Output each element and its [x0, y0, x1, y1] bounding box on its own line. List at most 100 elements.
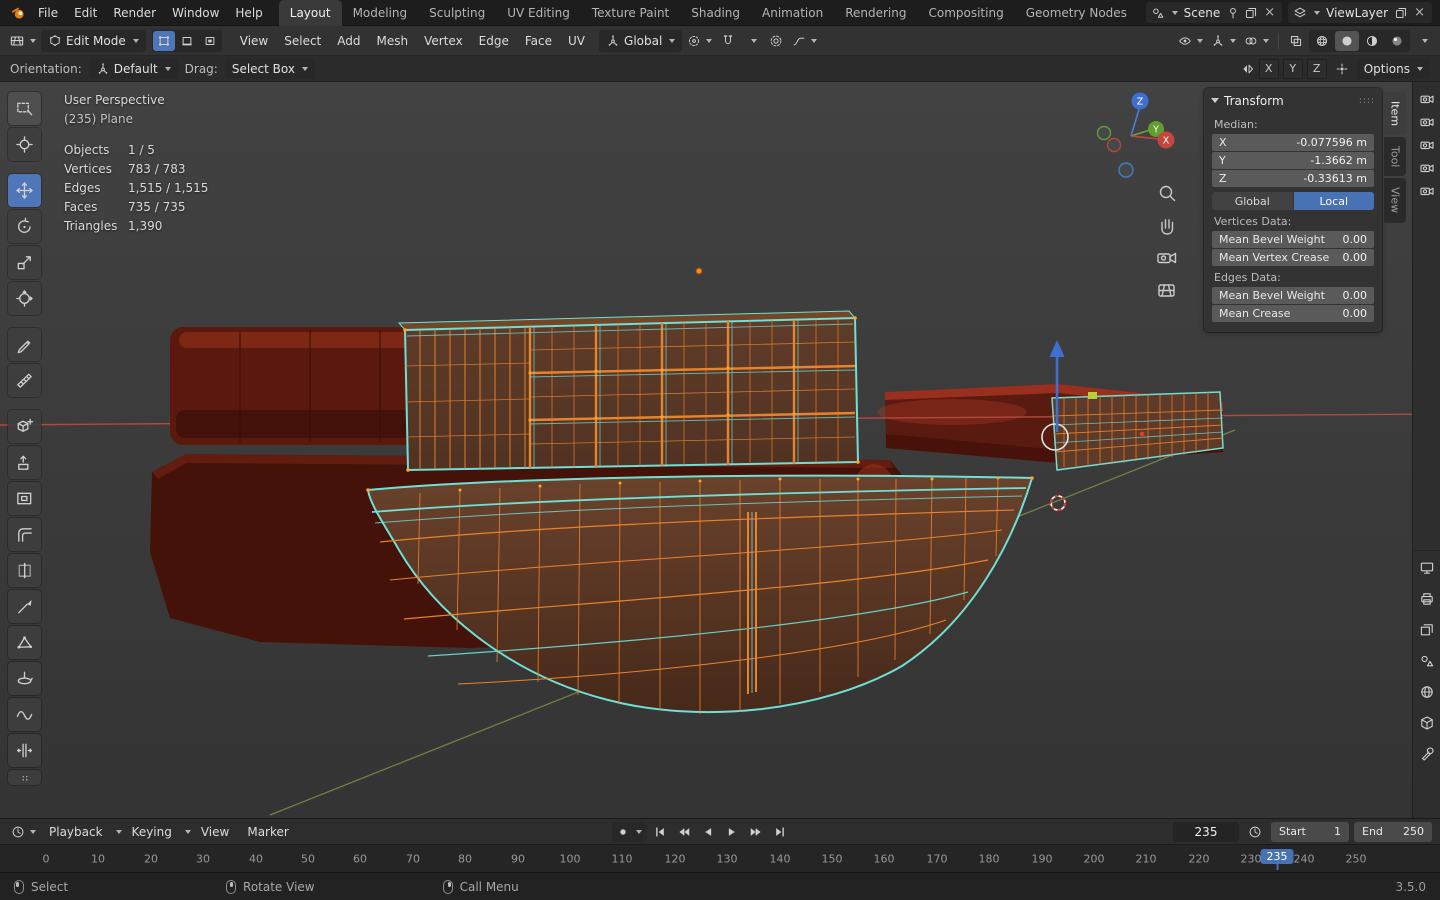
proportional-falloff-button[interactable]: [789, 30, 820, 52]
tool-measure[interactable]: [8, 364, 41, 397]
tool-cursor[interactable]: [8, 128, 41, 161]
next-keyframe-button[interactable]: [745, 821, 767, 843]
mode-dropdown[interactable]: Edit Mode: [41, 30, 146, 52]
tool-scale[interactable]: [8, 246, 41, 279]
transform-panel-header[interactable]: Transform ::::: [1204, 88, 1382, 113]
timeline-editor-type-button[interactable]: [8, 821, 39, 843]
workspace-tab-compositing[interactable]: Compositing: [917, 0, 1014, 26]
playhead-current-frame-badge[interactable]: 235: [1261, 849, 1294, 864]
shading-rendered-button[interactable]: [1385, 31, 1409, 51]
blender-logo-icon[interactable]: [6, 0, 30, 26]
play-reverse-button[interactable]: [697, 821, 719, 843]
viewlayer-tab-icon[interactable]: [1419, 622, 1435, 638]
global-space-button[interactable]: Global: [1212, 192, 1293, 210]
camera-visibility-icon[interactable]: [1419, 91, 1435, 107]
proportional-editing-button[interactable]: [765, 30, 787, 52]
gizmos-toggle-button[interactable]: [1208, 30, 1239, 52]
menu-timeline-view[interactable]: View: [193, 820, 237, 844]
orientation-default-dropdown[interactable]: Default: [89, 59, 178, 79]
nav-axis-x-neg[interactable]: [1108, 139, 1121, 152]
menu-help[interactable]: Help: [227, 1, 270, 25]
menu-marker[interactable]: Marker: [239, 820, 296, 844]
shading-settings-button[interactable]: [1412, 30, 1434, 52]
close-icon[interactable]: ×: [1262, 6, 1277, 19]
menu-render[interactable]: Render: [105, 1, 164, 25]
tool-smooth[interactable]: [8, 698, 41, 731]
face-select-mode-button[interactable]: [199, 31, 221, 51]
new-viewlayer-icon[interactable]: [1394, 6, 1408, 20]
median-y-field[interactable]: Y -1.3662 m: [1212, 152, 1374, 169]
overlays-toggle-button[interactable]: [1241, 30, 1272, 52]
workspace-tab-shading[interactable]: Shading: [680, 0, 751, 26]
menu-vertex[interactable]: Vertex: [416, 29, 471, 53]
tool-select-box[interactable]: [8, 92, 41, 125]
menu-face[interactable]: Face: [517, 29, 560, 53]
vertex-select-mode-button[interactable]: [153, 31, 175, 51]
transform-orientation-dropdown[interactable]: Global: [599, 30, 682, 52]
tool-bevel[interactable]: [8, 518, 41, 551]
tool-rotate[interactable]: [8, 210, 41, 243]
snap-base-button[interactable]: [1331, 58, 1353, 80]
workspace-tab-animation[interactable]: Animation: [751, 0, 834, 26]
mean-crease-field[interactable]: Mean Crease 0.00: [1212, 305, 1374, 322]
options-dropdown[interactable]: Options: [1357, 59, 1430, 79]
use-preview-range-button[interactable]: [1244, 821, 1266, 843]
new-scene-icon[interactable]: [1244, 6, 1258, 20]
camera-visibility-icon[interactable]: [1419, 137, 1435, 153]
scene-tab-icon[interactable]: [1419, 653, 1435, 669]
workspace-tab-geometry-nodes[interactable]: Geometry Nodes: [1015, 0, 1138, 26]
auto-keying-button[interactable]: [612, 822, 647, 842]
tool-add-cube[interactable]: [8, 410, 41, 443]
xray-toggle-button[interactable]: [1285, 30, 1307, 52]
menu-view[interactable]: View: [232, 29, 276, 53]
camera-visibility-icon[interactable]: [1419, 114, 1435, 130]
mirror-y-button[interactable]: Y: [1283, 59, 1303, 79]
camera-visibility-icon[interactable]: [1419, 160, 1435, 176]
edge-select-mode-button[interactable]: [176, 31, 198, 51]
start-frame-field[interactable]: Start 1: [1271, 822, 1349, 842]
menu-keying[interactable]: Keying: [124, 820, 180, 844]
drag-action-dropdown[interactable]: Select Box: [225, 59, 315, 79]
menu-playback[interactable]: Playback: [41, 820, 111, 844]
sidebar-tab-item[interactable]: Item: [1384, 92, 1406, 135]
previous-keyframe-button[interactable]: [673, 821, 695, 843]
tool-loop-cut[interactable]: [8, 554, 41, 587]
pin-icon[interactable]: [1226, 6, 1240, 20]
world-tab-icon[interactable]: [1419, 684, 1435, 700]
editor-type-button[interactable]: [6, 30, 39, 52]
close-icon[interactable]: ×: [1412, 6, 1427, 19]
jump-to-start-button[interactable]: [649, 821, 671, 843]
menu-uv[interactable]: UV: [560, 29, 593, 53]
workspace-tab-scripting[interactable]: Scripting: [1138, 0, 1146, 26]
median-x-field[interactable]: X -0.077596 m: [1212, 134, 1374, 151]
workspace-tab-uv-editing[interactable]: UV Editing: [496, 0, 581, 26]
menu-edit[interactable]: Edit: [66, 1, 105, 25]
tool-annotate[interactable]: [8, 328, 41, 361]
edge-mean-bevel-weight-field[interactable]: Mean Bevel Weight 0.00: [1212, 287, 1374, 304]
toolbar-expand-button[interactable]: [8, 770, 41, 785]
workspace-tab-modeling[interactable]: Modeling: [342, 0, 419, 26]
edited-mesh-deck[interactable]: [399, 311, 860, 472]
output-tab-icon[interactable]: [1419, 591, 1435, 607]
tool-inset-faces[interactable]: [8, 482, 41, 515]
tool-poly-build[interactable]: [8, 626, 41, 659]
tool-rip-region[interactable]: [8, 734, 41, 767]
tool-transform[interactable]: [8, 282, 41, 315]
menu-window[interactable]: Window: [164, 1, 227, 25]
workspace-tab-sculpting[interactable]: Sculpting: [418, 0, 496, 26]
menu-file[interactable]: File: [30, 1, 66, 25]
menu-edge[interactable]: Edge: [471, 29, 517, 53]
tool-move[interactable]: [8, 174, 41, 207]
workspace-tab-rendering[interactable]: Rendering: [834, 0, 917, 26]
mean-bevel-weight-field[interactable]: Mean Bevel Weight 0.00: [1212, 231, 1374, 248]
mean-vertex-crease-field[interactable]: Mean Vertex Crease 0.00: [1212, 249, 1374, 266]
local-space-button[interactable]: Local: [1294, 192, 1375, 210]
play-button[interactable]: [721, 821, 743, 843]
shading-wireframe-button[interactable]: [1310, 31, 1334, 51]
viewlayer-selector[interactable]: ViewLayer ×: [1288, 2, 1432, 23]
tool-knife[interactable]: [8, 590, 41, 623]
object-type-visibility-button[interactable]: [1175, 30, 1206, 52]
menu-select[interactable]: Select: [276, 29, 329, 53]
render-tab-icon[interactable]: [1419, 560, 1435, 576]
tool-spin[interactable]: [8, 662, 41, 695]
